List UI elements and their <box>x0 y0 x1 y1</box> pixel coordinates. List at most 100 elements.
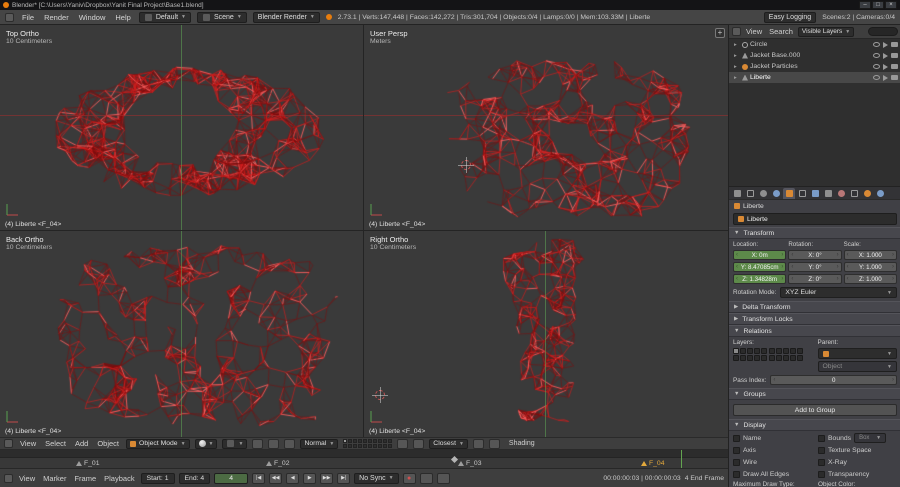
menu-frame[interactable]: Frame <box>72 474 98 483</box>
rotation-y-field[interactable]: Y: 0° <box>788 262 841 272</box>
snap-element-selector[interactable]: Closest ▼ <box>429 439 468 449</box>
layers-widget[interactable] <box>343 439 392 448</box>
manipulator-scale-button[interactable] <box>284 439 295 449</box>
tab-object[interactable] <box>783 188 795 199</box>
editor-type-3dview-icon[interactable] <box>4 439 13 448</box>
renderability-camera-icon[interactable] <box>891 42 898 47</box>
tab-render[interactable] <box>731 188 743 199</box>
auto-keyframe-record-button[interactable]: ● <box>403 473 416 484</box>
easy-logging-addon[interactable]: Easy Logging <box>764 12 816 23</box>
transform-orientation-selector[interactable]: Normal ▼ <box>300 439 338 449</box>
open-properties-region-button[interactable]: + <box>715 28 725 38</box>
opengl-render-image-button[interactable] <box>473 439 484 449</box>
minimize-button[interactable]: – <box>859 1 871 9</box>
sync-mode-selector[interactable]: No Sync ▼ <box>354 473 398 484</box>
display-draw-all-edges-checkbox[interactable]: Draw All Edges <box>733 469 812 479</box>
selectability-arrow-icon[interactable] <box>883 42 888 48</box>
display-xray-checkbox[interactable]: X-Ray <box>818 457 897 467</box>
jump-next-keyframe-button[interactable]: ▶▶ <box>320 473 333 484</box>
display-wire-checkbox[interactable]: Wire <box>733 457 812 467</box>
current-frame-line[interactable] <box>681 450 682 468</box>
menu-help[interactable]: Help <box>113 13 132 22</box>
expand-arrow-icon[interactable]: ▸ <box>734 42 740 48</box>
tab-render-layers[interactable] <box>744 188 756 199</box>
menu-add[interactable]: Add <box>73 439 90 448</box>
outliner-menu-search[interactable]: Search <box>767 27 795 36</box>
tab-physics[interactable] <box>874 188 886 199</box>
rotation-z-field[interactable]: Z: 0° <box>788 274 841 284</box>
scale-z-field[interactable]: Z: 1.000 <box>844 274 897 284</box>
play-button[interactable]: ▶ <box>303 473 316 484</box>
manipulator-rotate-button[interactable] <box>268 439 279 449</box>
menu-select[interactable]: Select <box>43 439 68 448</box>
panel-header-transform-locks[interactable]: ▶ Transform Locks <box>729 313 900 325</box>
outliner-item-jacket-particles[interactable]: ▸ Jacket Particles <box>729 61 900 72</box>
tab-modifiers[interactable] <box>809 188 821 199</box>
panel-header-transform[interactable]: ▼ Transform <box>729 227 900 239</box>
viewport-shading-selector[interactable]: ▼ <box>195 439 218 449</box>
menu-file[interactable]: File <box>20 13 36 22</box>
lock-to-scene-icon[interactable] <box>397 439 408 449</box>
current-frame-field[interactable]: 4 <box>214 473 248 484</box>
keying-set-button[interactable] <box>420 473 433 484</box>
menu-render[interactable]: Render <box>42 13 71 22</box>
panel-header-delta-transform[interactable]: ▶ Delta Transform <box>729 301 900 313</box>
scale-y-field[interactable]: Y: 1.000 <box>844 262 897 272</box>
pivot-point-selector[interactable]: ▼ <box>222 439 247 449</box>
scene-selector[interactable]: Scene ▼ <box>197 12 247 23</box>
location-z-field[interactable]: Z: 1.34828m <box>733 274 786 284</box>
selectability-arrow-icon[interactable] <box>883 64 888 70</box>
tab-object-data[interactable] <box>822 188 834 199</box>
render-engine-selector[interactable]: Blender Render ▼ <box>253 12 320 23</box>
menu-playback[interactable]: Playback <box>102 474 136 483</box>
timeline-marker-4[interactable]: F_04 <box>641 460 665 467</box>
play-reverse-button[interactable]: ◀ <box>286 473 299 484</box>
visibility-eye-icon[interactable] <box>873 42 880 47</box>
panel-header-relations[interactable]: ▼ Relations <box>729 325 900 337</box>
start-frame-field[interactable]: Start: 1 <box>141 473 175 484</box>
outliner-item-liberte[interactable]: ▸ Liberte <box>729 72 900 83</box>
tab-particles[interactable] <box>861 188 873 199</box>
outliner-item-jacket-base[interactable]: ▸ Jacket Base.000 <box>729 50 900 61</box>
panel-header-display[interactable]: ▼ Display <box>729 419 900 431</box>
expand-arrow-icon[interactable]: ▸ <box>734 75 740 81</box>
end-frame-field[interactable]: End: 4 <box>179 473 211 484</box>
menu-view[interactable]: View <box>18 439 38 448</box>
manipulator-translate-button[interactable] <box>252 439 263 449</box>
outliner-search-input[interactable] <box>868 27 898 36</box>
jump-to-start-button[interactable]: |◀ <box>252 473 265 484</box>
tab-scene[interactable] <box>757 188 769 199</box>
selectability-arrow-icon[interactable] <box>883 53 888 59</box>
jump-to-end-button[interactable]: ▶| <box>337 473 350 484</box>
timeline-strip[interactable]: F_01 F_02 F_03 F_04 <box>0 450 728 468</box>
tab-material[interactable] <box>835 188 847 199</box>
scale-x-field[interactable]: X: 1.000 <box>844 250 897 260</box>
visibility-eye-icon[interactable] <box>873 75 880 80</box>
viewport-user-persp[interactable]: User Persp Meters + (4) Liberte <F_04> <box>364 25 728 231</box>
viewport-back-ortho[interactable]: Back Ortho 10 Centimeters (4) Liberte <F… <box>0 231 364 437</box>
opengl-render-anim-button[interactable] <box>489 439 500 449</box>
editor-type-icon[interactable] <box>5 13 14 22</box>
timeline-marker-2[interactable]: F_02 <box>266 460 290 467</box>
insert-keyframe-button[interactable] <box>437 473 450 484</box>
expand-arrow-icon[interactable]: ▸ <box>734 64 740 70</box>
menu-object[interactable]: Object <box>95 439 121 448</box>
viewport-right-ortho[interactable]: Right Ortho 10 Centimeters (4) Liberte <… <box>364 231 728 437</box>
pass-index-field[interactable]: 0 <box>770 375 897 385</box>
location-y-field[interactable]: Y: 8.47085cm <box>733 262 786 272</box>
menu-marker[interactable]: Marker <box>41 474 68 483</box>
outliner-filter-selector[interactable]: Visible Layers ▼ <box>798 27 854 37</box>
editor-type-timeline-icon[interactable] <box>4 474 13 483</box>
mode-selector[interactable]: Object Mode ▼ <box>126 439 190 449</box>
expand-arrow-icon[interactable]: ▸ <box>734 53 740 59</box>
renderability-camera-icon[interactable] <box>891 53 898 58</box>
object-name-field[interactable]: Liberte <box>733 213 897 225</box>
menu-view-timeline[interactable]: View <box>17 474 37 483</box>
display-texture-space-checkbox[interactable]: Texture Space <box>818 445 897 455</box>
parent-object-selector[interactable]: ▼ <box>818 348 898 359</box>
outliner-item-circle[interactable]: ▸ Circle <box>729 39 900 50</box>
rotation-x-field[interactable]: X: 0° <box>788 250 841 260</box>
timeline-marker-3[interactable]: F_03 <box>458 460 482 467</box>
close-button[interactable]: × <box>885 1 897 9</box>
selectability-arrow-icon[interactable] <box>883 75 888 81</box>
